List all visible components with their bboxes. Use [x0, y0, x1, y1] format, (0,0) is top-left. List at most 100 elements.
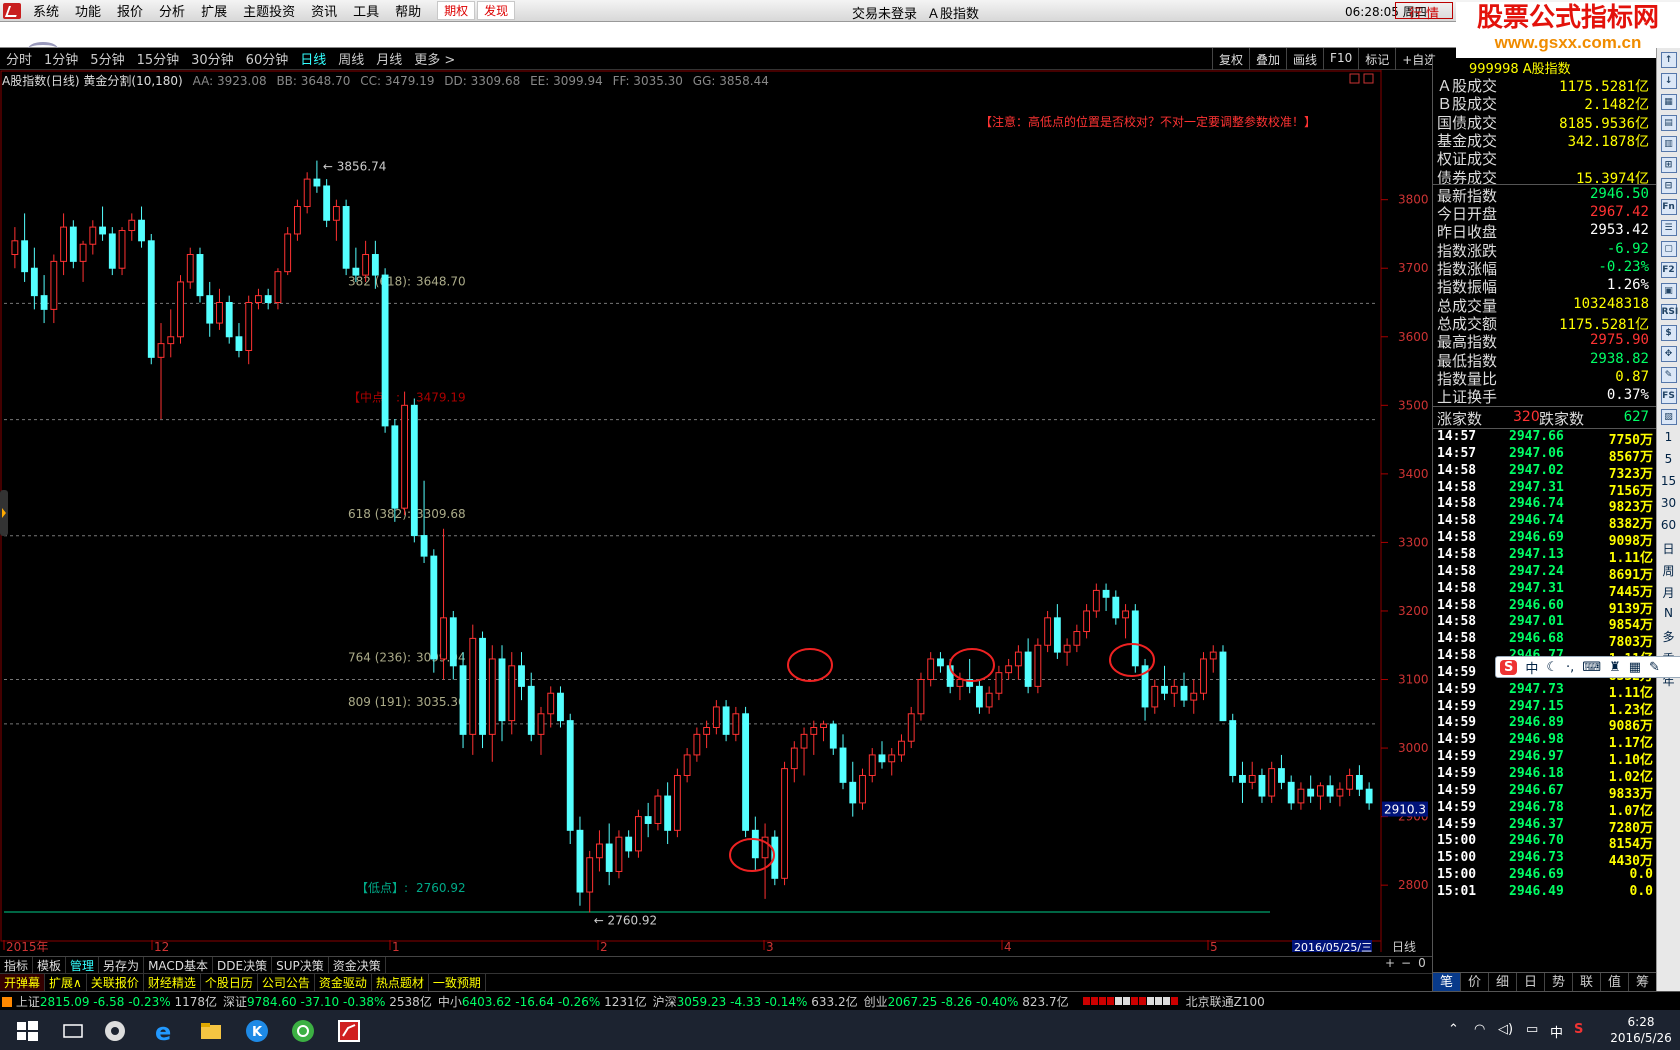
- menu-news[interactable]: 资讯: [305, 1, 347, 20]
- side-tool-icon[interactable]: N: [1659, 606, 1679, 624]
- tray-sogou-icon[interactable]: S: [1574, 1022, 1583, 1037]
- period-tab-7[interactable]: 周线: [332, 49, 370, 68]
- side-tool-icon[interactable]: 5: [1659, 452, 1679, 470]
- side-tool-icon[interactable]: ▤: [1660, 115, 1677, 131]
- period-tab-6[interactable]: 日线: [294, 49, 332, 68]
- status-sz[interactable]: 深证9784.60 -37.10 -0.38% 2538亿: [223, 993, 432, 1010]
- ime-lang-icon[interactable]: 中: [1525, 658, 1538, 677]
- side-tool-icon[interactable]: $: [1660, 325, 1677, 341]
- period-tab-5[interactable]: 60分钟: [240, 49, 295, 68]
- tray-chat-icon[interactable]: ▭: [1526, 1022, 1538, 1037]
- chart-tool-button-2[interactable]: 画线: [1286, 48, 1323, 70]
- side-tool-icon[interactable]: ☰: [1660, 220, 1677, 236]
- quote-button[interactable]: 行 情: [1395, 2, 1453, 22]
- side-tool-icon[interactable]: 60: [1659, 518, 1679, 536]
- menu-system[interactable]: 系统: [27, 1, 69, 20]
- side-tool-icon[interactable]: ↑: [1660, 52, 1677, 68]
- task-view-icon[interactable]: [60, 1018, 86, 1044]
- scroll-plus-button[interactable]: +: [1382, 956, 1398, 970]
- side-tool-icon[interactable]: ▥: [1660, 136, 1677, 152]
- menu-help[interactable]: 帮助: [389, 1, 431, 20]
- side-tool-icon[interactable]: ↓: [1660, 73, 1677, 89]
- indicator-tab-4[interactable]: MACD基本: [144, 956, 214, 974]
- side-tool-icon[interactable]: ▣: [1660, 283, 1677, 299]
- period-tab-4[interactable]: 30分钟: [185, 49, 240, 68]
- side-tool-icon[interactable]: 周: [1659, 562, 1679, 580]
- ime-moon-icon[interactable]: ☾: [1546, 660, 1558, 675]
- chart-tool-button-3[interactable]: F10: [1323, 48, 1358, 70]
- period-tab-8[interactable]: 月线: [370, 49, 408, 68]
- menu-function[interactable]: 功能: [69, 1, 111, 20]
- taskbar-clock[interactable]: 6:28 2016/5/26: [1606, 1014, 1676, 1046]
- menu-options[interactable]: 期权: [437, 1, 476, 20]
- chart-tool-button-1[interactable]: 叠加: [1249, 48, 1286, 70]
- stock-app-taskbar-icon[interactable]: [336, 1018, 362, 1044]
- ime-tool-icon[interactable]: ✎: [1649, 660, 1660, 675]
- menu-discover[interactable]: 发现: [477, 1, 516, 20]
- side-tool-icon[interactable]: 15: [1659, 474, 1679, 492]
- broker-server[interactable]: 北京联通Z100: [1186, 993, 1265, 1010]
- side-tool-icon[interactable]: 1: [1659, 430, 1679, 448]
- side-tool-icon[interactable]: FS: [1660, 388, 1677, 404]
- status-cy[interactable]: 创业2067.25 -8.26 -0.40% 823.7亿: [864, 993, 1069, 1010]
- indicator-tab-2[interactable]: 管理: [66, 956, 100, 974]
- feature-tab-5[interactable]: 公司公告: [258, 974, 315, 991]
- period-tab-9[interactable]: 更多 >: [408, 49, 461, 68]
- menu-analysis[interactable]: 分析: [153, 1, 195, 20]
- side-tool-icon[interactable]: ✎: [1660, 367, 1677, 383]
- tray-volume-icon[interactable]: ◁): [1498, 1022, 1513, 1037]
- side-tool-icon[interactable]: 多: [1659, 628, 1679, 646]
- ime-punct-icon[interactable]: ·,: [1566, 660, 1574, 675]
- tray-ime[interactable]: 中: [1550, 1022, 1563, 1041]
- side-tool-icon[interactable]: ⊟: [1660, 178, 1677, 194]
- tray-network-icon[interactable]: ◠: [1474, 1022, 1485, 1037]
- status-zx[interactable]: 中小6403.62 -16.64 -0.26% 1231亿: [438, 993, 647, 1010]
- indicator-tab-6[interactable]: SUP决策: [272, 956, 329, 974]
- period-tab-0[interactable]: 分时: [0, 49, 38, 68]
- app-icon-1[interactable]: [102, 1018, 128, 1044]
- feature-tab-1[interactable]: 扩展∧: [45, 974, 87, 991]
- indicator-tab-0[interactable]: 指标: [0, 956, 34, 974]
- status-sh[interactable]: 上证2815.09 -6.58 -0.23% 1178亿: [2, 993, 217, 1010]
- ime-shirt-icon[interactable]: ♜: [1609, 660, 1621, 675]
- ime-grid-icon[interactable]: ▦: [1629, 660, 1641, 675]
- indicator-tab-5[interactable]: DDE决策: [213, 956, 273, 974]
- ime-floating-bar[interactable]: S 中 ☾ ·, ⌨ ♜ ▦ ✎: [1495, 656, 1680, 678]
- menu-tools[interactable]: 工具: [347, 1, 389, 20]
- side-tool-icon[interactable]: 30: [1659, 496, 1679, 514]
- menu-extend[interactable]: 扩展: [195, 1, 237, 20]
- feature-tab-3[interactable]: 财经精选: [144, 974, 201, 991]
- indicator-tab-1[interactable]: 模板: [33, 956, 67, 974]
- period-tab-3[interactable]: 15分钟: [131, 49, 186, 68]
- side-tool-icon[interactable]: F2: [1660, 262, 1677, 278]
- feature-tab-0[interactable]: 开弹幕: [0, 974, 46, 991]
- tray-up-arrow-icon[interactable]: ⌃: [1448, 1022, 1459, 1037]
- side-tool-icon[interactable]: 月: [1659, 584, 1679, 602]
- chart-tool-button-0[interactable]: 复权: [1212, 48, 1249, 70]
- side-tool-icon[interactable]: ▦: [1660, 94, 1677, 110]
- scroll-zero-button[interactable]: 0: [1414, 956, 1430, 970]
- feature-tab-6[interactable]: 资金驱动: [315, 974, 372, 991]
- period-tab-1[interactable]: 1分钟: [38, 49, 84, 68]
- windows-start-icon[interactable]: [14, 1018, 40, 1044]
- feature-tab-7[interactable]: 热点题材: [372, 974, 429, 991]
- feature-tab-8[interactable]: 一致预期: [429, 974, 486, 991]
- menu-theme-invest[interactable]: 主题投资: [237, 1, 305, 20]
- menu-quote[interactable]: 报价: [111, 1, 153, 20]
- side-tool-icon[interactable]: RSI: [1660, 304, 1678, 320]
- side-tool-icon[interactable]: 日: [1659, 540, 1679, 558]
- kline-chart[interactable]: 2800 2900 3000 3100 3200 3300 3400 3500 3600 3700…: [0, 70, 1432, 952]
- side-tool-icon[interactable]: ⊞: [1660, 157, 1677, 173]
- file-explorer-icon[interactable]: [198, 1018, 224, 1044]
- k-app-icon[interactable]: K: [244, 1018, 270, 1044]
- feature-tab-2[interactable]: 关联报价: [87, 974, 144, 991]
- edge-browser-icon[interactable]: e: [152, 1018, 178, 1044]
- side-tool-icon[interactable]: ▢: [1660, 241, 1677, 257]
- ime-keyboard-icon[interactable]: ⌨: [1582, 660, 1601, 675]
- scroll-minus-button[interactable]: −: [1398, 956, 1414, 970]
- period-tab-2[interactable]: 5分钟: [84, 49, 130, 68]
- 360-browser-icon[interactable]: [290, 1018, 316, 1044]
- side-tool-icon[interactable]: ✥: [1660, 346, 1677, 362]
- side-tool-icon[interactable]: ▨: [1660, 409, 1677, 425]
- status-hs[interactable]: 沪深3059.23 -4.33 -0.14% 633.2亿: [653, 993, 858, 1010]
